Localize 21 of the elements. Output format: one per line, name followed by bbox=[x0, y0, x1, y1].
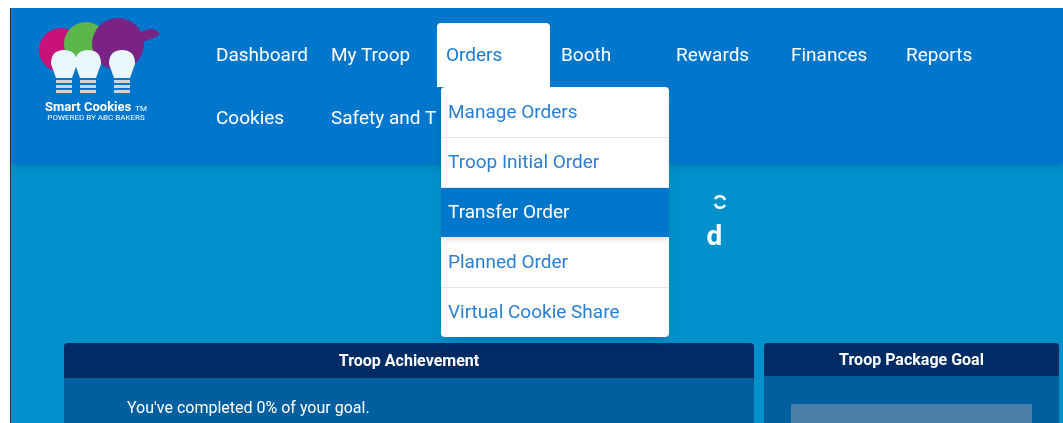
dropdown-item[interactable]: Virtual Cookie Share bbox=[441, 287, 669, 337]
nav-tab[interactable]: Reports bbox=[897, 23, 1010, 87]
card-title: Troop Achievement bbox=[338, 349, 480, 372]
dropdown-item[interactable]: Manage Orders bbox=[441, 87, 669, 137]
nav-tab[interactable]: Dashboard bbox=[207, 23, 320, 87]
nav-tab[interactable]: Rewards bbox=[667, 23, 780, 87]
trademark-mark: TM bbox=[135, 105, 147, 113]
goal-text: You've completed 0% of your goal. bbox=[126, 397, 371, 419]
dropdown-item[interactable]: Transfer Order bbox=[441, 187, 669, 237]
logo-name: Smart Cookies bbox=[45, 100, 132, 113]
card-title: Troop Package Goal bbox=[839, 348, 984, 371]
nav-tab[interactable]: Booth bbox=[552, 23, 665, 87]
nav-tab[interactable]: My Troop bbox=[322, 23, 435, 87]
nav-tab[interactable]: Safety and T bbox=[322, 87, 435, 149]
nav-tab[interactable]: Orders bbox=[437, 23, 550, 87]
nav-tab[interactable]: Cookies bbox=[207, 87, 320, 149]
nav-tab[interactable]: Finances bbox=[782, 23, 895, 87]
logo-tagline: POWERED BY ABC BAKERS bbox=[47, 113, 145, 123]
refresh-icon bbox=[711, 194, 728, 211]
dropdown-item[interactable]: Planned Order bbox=[441, 237, 669, 287]
page-heading: d bbox=[706, 222, 723, 251]
